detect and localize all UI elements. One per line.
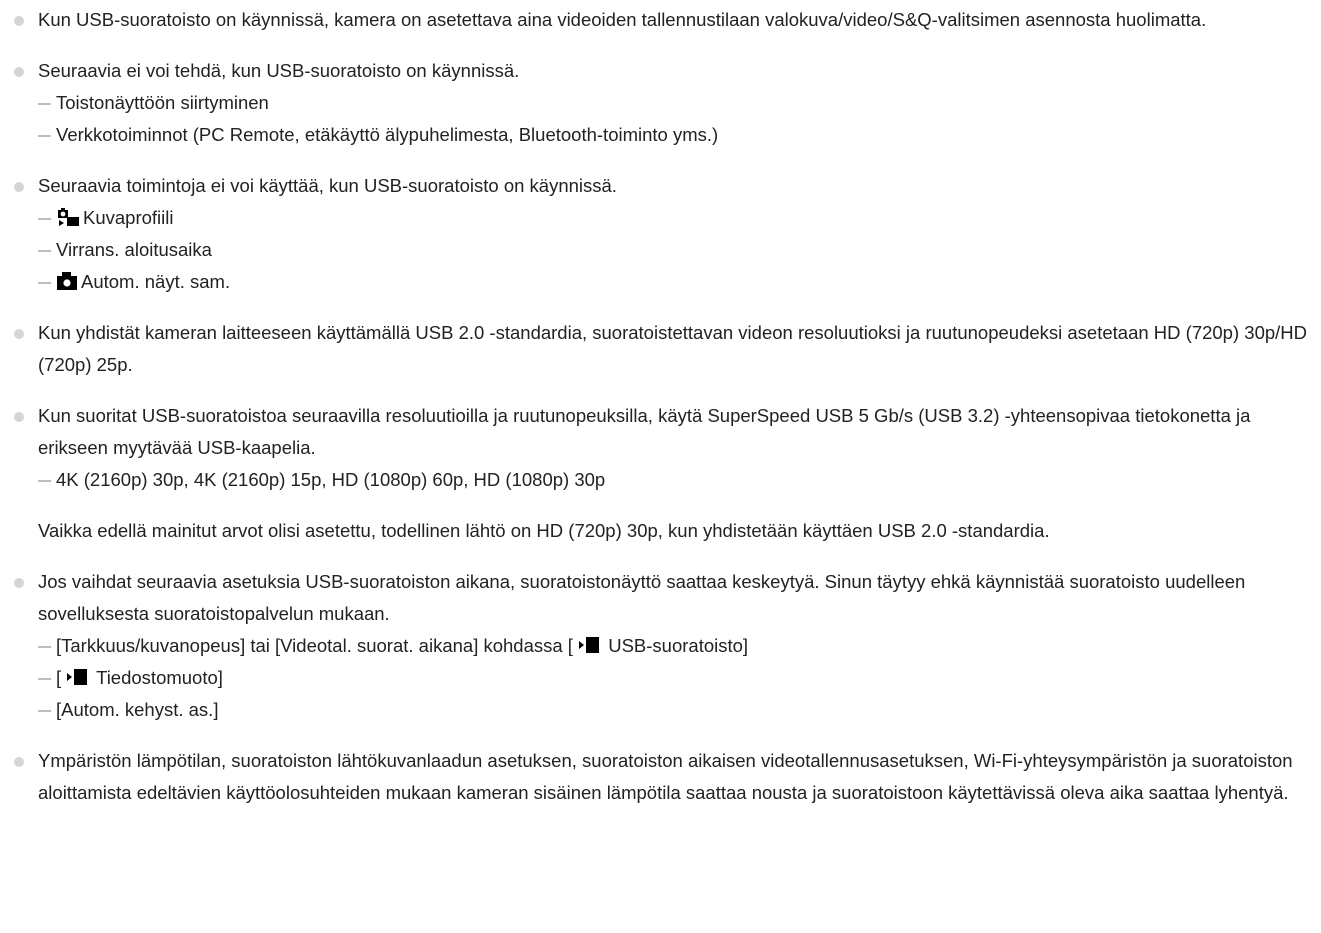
movie-icon [579, 637, 600, 653]
bullet-dot [14, 578, 24, 588]
bullet-item: Seuraavia ei voi tehdä, kun USB-suoratoi… [14, 55, 1321, 151]
bullet-text: Seuraavia ei voi tehdä, kun USB-suoratoi… [38, 60, 520, 81]
sub-list: Kuvaprofiili Virrans. aloitusaika Autom.… [38, 202, 1321, 298]
sub-item: [Tarkkuus/kuvanopeus] tai [Videotal. suo… [38, 630, 1321, 662]
bullet-dot [14, 16, 24, 26]
sub-item: Virrans. aloitusaika [38, 234, 1321, 266]
dash-marker [38, 135, 51, 137]
bullet-text: Jos vaihdat seuraavia asetuksia USB-suor… [38, 571, 1246, 624]
notes-page: Kun USB-suoratoisto on käynnissä, kamera… [0, 0, 1321, 809]
bullet-item: Kun USB-suoratoisto on käynnissä, kamera… [14, 4, 1321, 36]
bullet-item: Kun yhdistät kameran laitteeseen käyttäm… [14, 317, 1321, 381]
dash-marker [38, 218, 51, 220]
bullet-text: Kun suoritat USB-suoratoistoa seuraavill… [38, 405, 1251, 458]
dash-marker [38, 710, 51, 712]
movie-icon [67, 669, 88, 685]
bullet-item: Kun suoritat USB-suoratoistoa seuraavill… [14, 400, 1321, 547]
sub-item: Verkkotoiminnot (PC Remote, etäkäyttö äl… [38, 119, 1321, 151]
sub-item: Autom. näyt. sam. [38, 266, 1321, 298]
dash-marker [38, 250, 51, 252]
sub-list: 4K (2160p) 30p, 4K (2160p) 15p, HD (1080… [38, 464, 1321, 496]
bullet-item: Seuraavia toimintoja ei voi käyttää, kun… [14, 170, 1321, 298]
sub-item: 4K (2160p) 30p, 4K (2160p) 15p, HD (1080… [38, 464, 1321, 496]
bullet-dot [14, 182, 24, 192]
dash-marker [38, 282, 51, 284]
bullet-text: Ympäristön lämpötilan, suoratoiston läht… [38, 750, 1293, 803]
dash-marker [38, 103, 51, 105]
sub-item: Kuvaprofiili [38, 202, 1321, 234]
bullet-dot [14, 757, 24, 767]
sub-item: Toistonäyttöön siirtyminen [38, 87, 1321, 119]
dash-marker [38, 646, 51, 648]
camera-movie-icon [58, 208, 79, 226]
sub-item: [ Tiedostomuoto] [38, 662, 1321, 694]
bullet-dot [14, 67, 24, 77]
bullet-item: Jos vaihdat seuraavia asetuksia USB-suor… [14, 566, 1321, 726]
bullet-item: Ympäristön lämpötilan, suoratoiston läht… [14, 745, 1321, 809]
note-text: Vaikka edellä mainitut arvot olisi asete… [38, 520, 1050, 541]
sub-list: Toistonäyttöön siirtyminen Verkkotoiminn… [38, 87, 1321, 151]
sub-list: [Tarkkuus/kuvanopeus] tai [Videotal. suo… [38, 630, 1321, 726]
dash-marker [38, 678, 51, 680]
bullet-text: Seuraavia toimintoja ei voi käyttää, kun… [38, 175, 617, 196]
bullet-dot [14, 329, 24, 339]
bullet-text: Kun yhdistät kameran laitteeseen käyttäm… [38, 322, 1308, 375]
bullet-dot [14, 412, 24, 422]
dash-marker [38, 480, 51, 482]
sub-item: [Autom. kehyst. as.] [38, 694, 1321, 726]
bullet-text: Kun USB-suoratoisto on käynnissä, kamera… [38, 9, 1207, 30]
camera-icon [57, 272, 77, 290]
